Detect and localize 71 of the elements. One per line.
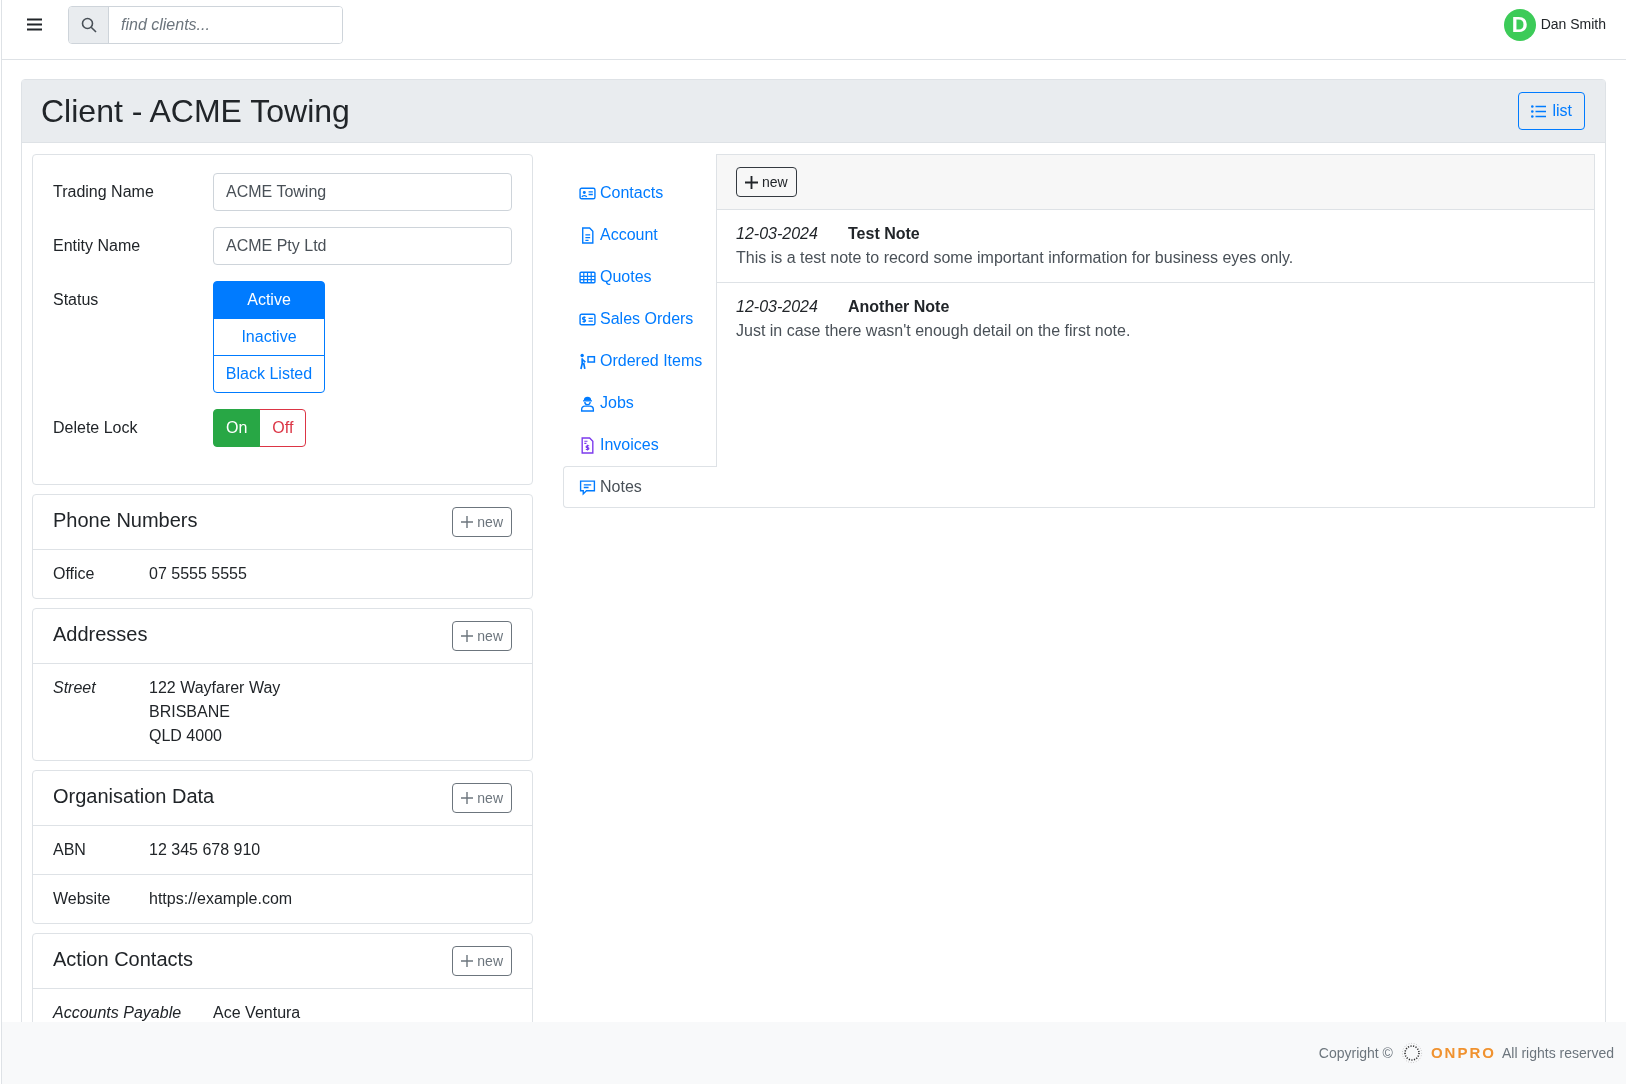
note-title: Another Note bbox=[848, 297, 950, 317]
id-card-icon bbox=[579, 184, 596, 202]
dollar-document-icon bbox=[579, 436, 596, 454]
section-title: Addresses bbox=[53, 622, 148, 646]
field-label: Trading Name bbox=[53, 182, 154, 202]
field-label: Delete Lock bbox=[53, 418, 138, 438]
row-value: https://example.com bbox=[149, 889, 293, 909]
tab[interactable]: Ordered Items bbox=[563, 340, 716, 382]
section-title: Phone Numbers bbox=[53, 508, 198, 532]
brand-name: ONPRO bbox=[1430, 1042, 1496, 1063]
row-label: Street bbox=[53, 679, 96, 696]
row-label: Office bbox=[53, 565, 95, 582]
dollar-card-icon bbox=[579, 310, 596, 328]
row-value: 07 5555 5555 bbox=[149, 564, 247, 584]
plus-icon bbox=[461, 792, 474, 804]
plus-icon bbox=[461, 516, 474, 528]
new-button[interactable]: new bbox=[452, 783, 512, 813]
page-title: Client - ACME Towing bbox=[41, 92, 350, 130]
tab[interactable]: Quotes bbox=[563, 256, 716, 298]
list-button[interactable]: list bbox=[1518, 92, 1585, 130]
status-option[interactable]: Black Listed bbox=[213, 355, 325, 393]
person-with-box-icon bbox=[579, 352, 596, 370]
tab[interactable]: Jobs bbox=[563, 382, 716, 424]
row-value: 122 Wayfarer Way bbox=[149, 678, 281, 698]
new-button[interactable]: new bbox=[452, 621, 512, 651]
note-body: Just in case there wasn't enough detail on the first note. bbox=[736, 321, 1131, 341]
user-name[interactable]: Dan Smith bbox=[1540, 14, 1606, 35]
note-body: This is a test note to record some important information for business eyes only. bbox=[736, 248, 1294, 268]
field-label: Entity Name bbox=[53, 236, 141, 256]
new-note-button[interactable]: new bbox=[736, 167, 797, 197]
tab[interactable]: Account bbox=[563, 214, 716, 256]
menu-icon[interactable] bbox=[27, 18, 42, 31]
status-option[interactable]: Active bbox=[213, 281, 325, 319]
section-title: Organisation Data bbox=[53, 784, 215, 808]
row-value: BRISBANE bbox=[149, 702, 231, 722]
plus-icon bbox=[461, 630, 474, 642]
section-title: Action Contacts bbox=[53, 947, 194, 971]
text-field[interactable]: ACME Towing bbox=[213, 173, 512, 211]
copyright-text: Copyright © bbox=[1318, 1043, 1393, 1063]
rights-text: All rights reserved bbox=[1501, 1043, 1614, 1063]
new-button[interactable]: new bbox=[452, 507, 512, 537]
note-date: 12-03-2024 bbox=[736, 225, 818, 242]
row-value: Ace Ventura bbox=[213, 1003, 301, 1022]
row-label: Website bbox=[53, 890, 111, 907]
tab[interactable]: Sales Orders bbox=[563, 298, 716, 340]
plus-icon bbox=[461, 955, 474, 967]
new-button[interactable]: new bbox=[452, 946, 512, 976]
note-date: 12-03-2024 bbox=[736, 298, 818, 315]
list-icon bbox=[1531, 104, 1547, 118]
row-label: ABN bbox=[53, 841, 86, 858]
document-icon bbox=[579, 226, 596, 244]
field-label: Status bbox=[53, 290, 99, 310]
note-title: Test Note bbox=[848, 224, 920, 244]
tab[interactable]: Contacts bbox=[563, 172, 716, 214]
text-field[interactable]: ACME Pty Ltd bbox=[213, 227, 512, 265]
toggle-option[interactable]: Off bbox=[259, 409, 307, 447]
grid-icon bbox=[579, 268, 596, 286]
tab[interactable]: Invoices bbox=[563, 424, 716, 466]
user-avatar[interactable]: D bbox=[1503, 8, 1536, 41]
worker-icon bbox=[579, 394, 596, 412]
status-option[interactable]: Inactive bbox=[213, 318, 325, 356]
search-field[interactable]: find clients... bbox=[68, 5, 343, 44]
search-icon bbox=[80, 16, 97, 33]
row-value: 12 345 678 910 bbox=[149, 840, 261, 860]
chat-icon bbox=[579, 478, 596, 496]
dotted-ring-logo-icon bbox=[1400, 1042, 1423, 1064]
tab[interactable]: Notes bbox=[563, 466, 717, 508]
row-label: Accounts Payable bbox=[53, 1004, 182, 1021]
row-value: QLD 4000 bbox=[149, 726, 223, 746]
toggle-option[interactable]: On bbox=[213, 409, 261, 447]
plus-icon bbox=[745, 175, 758, 189]
